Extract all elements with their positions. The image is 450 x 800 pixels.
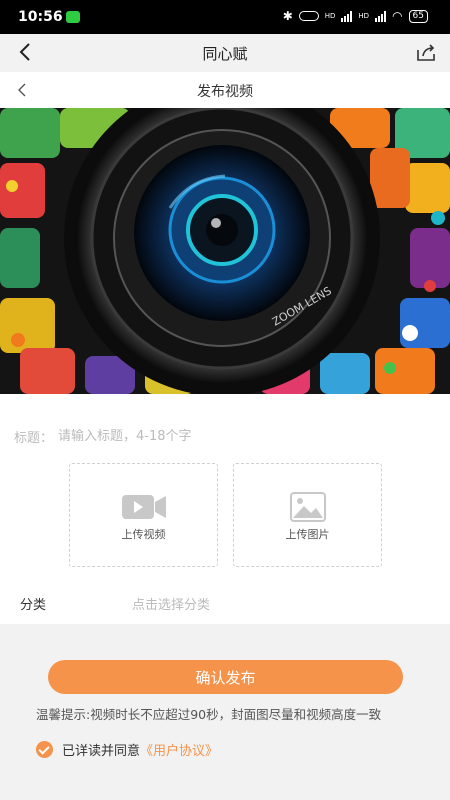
checkbox-checked-icon[interactable]: [36, 740, 53, 758]
signal-icon-2: [375, 10, 387, 22]
battery-icon: 65: [408, 9, 428, 23]
title-label: 标题：: [14, 431, 54, 446]
vibrate-icon: [298, 11, 319, 21]
submit-button[interactable]: 确认发布: [48, 660, 403, 694]
upload-image-button[interactable]: 上传图片: [233, 463, 382, 567]
publish-form: 标题： 上传视频 上传图片 分类 点击选择分类: [0, 394, 450, 624]
bluetooth-icon: ✱: [282, 9, 293, 23]
status-bar: 10:56 ✱ HD HD ◠ 65: [0, 0, 450, 34]
page-header: 发布视频: [0, 72, 450, 108]
tips-text: 温馨提示:视频时长不应超过90秒，封面图尽量和视频高度一致: [36, 707, 382, 722]
share-icon[interactable]: [414, 40, 438, 64]
cover-image: ZOOM LENS: [0, 108, 450, 394]
signal-icon-1: [341, 10, 353, 22]
upload-video-label: 上传视频: [121, 528, 166, 541]
upload-video-button[interactable]: 上传视频: [69, 463, 218, 567]
wechat-notification-icon: [66, 11, 80, 23]
app-header: 同心赋: [0, 34, 450, 72]
camera-lens-image: ZOOM LENS: [0, 108, 450, 394]
category-selector[interactable]: 点击选择分类: [132, 594, 210, 613]
category-label: 分类: [20, 598, 47, 613]
status-time: 10:56: [18, 9, 63, 25]
page-title: 发布视频: [197, 84, 253, 100]
agree-text: 已详读并同意: [62, 743, 141, 759]
wifi-icon: ◠: [392, 9, 403, 23]
footer: 确认发布 温馨提示:视频时长不应超过90秒，封面图尽量和视频高度一致 已详读并同…: [0, 624, 450, 800]
network-hd-label-2: HD: [358, 12, 370, 20]
upload-image-label: 上传图片: [285, 528, 330, 541]
title-input[interactable]: [58, 426, 434, 446]
user-agreement-link[interactable]: 《用户协议》: [140, 740, 218, 759]
app-title: 同心赋: [202, 45, 248, 63]
system-icons: ✱ HD HD ◠ 65: [283, 9, 428, 23]
agreement-row[interactable]: 已详读并同意 《用户协议》: [36, 740, 218, 759]
network-hd-label-1: HD: [324, 12, 336, 20]
video-camera-icon: [121, 495, 166, 519]
image-icon: [289, 492, 326, 522]
